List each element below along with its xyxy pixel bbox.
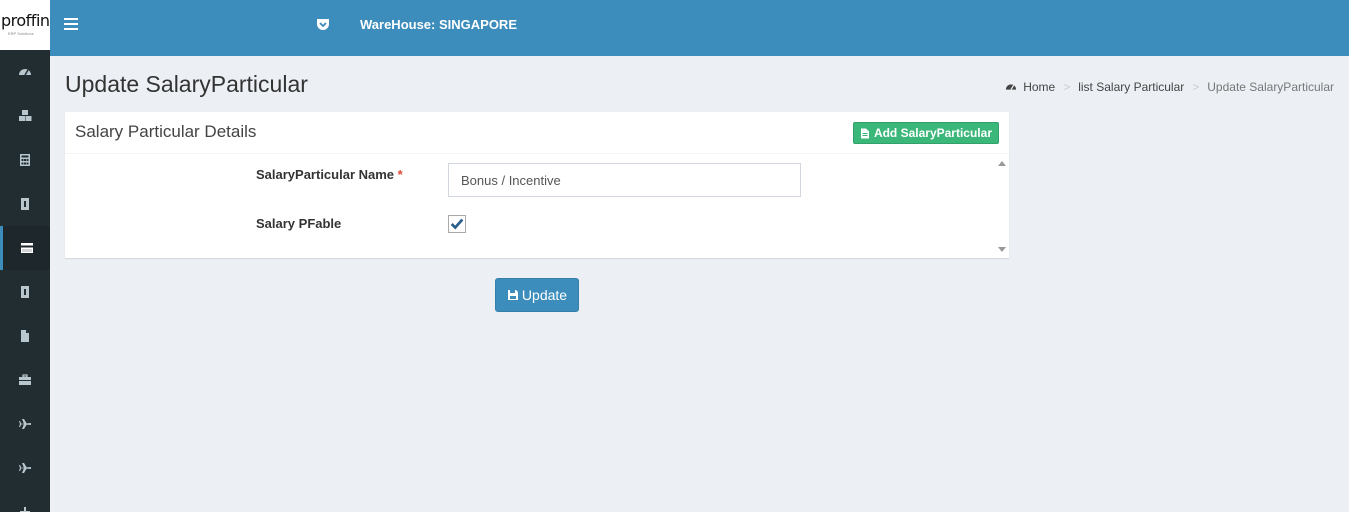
cubes-icon: [19, 110, 32, 121]
brand-logo[interactable]: proffin ERP Solutions: [0, 0, 50, 50]
sidebar-item-briefcase[interactable]: [0, 358, 50, 402]
dashboard-icon: [1006, 84, 1017, 90]
salary-particular-name-label-text: SalaryParticular Name: [256, 167, 395, 182]
sidebar-item-plus[interactable]: [0, 490, 50, 512]
sidebar-item-cubes[interactable]: [0, 94, 50, 138]
dashboard-icon: [19, 69, 31, 76]
scroll-up-arrow[interactable]: [998, 161, 1006, 166]
add-salary-particular-label: Add SalaryParticular: [873, 126, 992, 140]
breadcrumb: Home > list Salary Particular > Update S…: [1005, 80, 1334, 94]
pocket-icon: [317, 19, 329, 30]
sidebar-item-plane-2[interactable]: [0, 446, 50, 490]
box-header: Salary Particular Details Add SalaryPart…: [65, 113, 1009, 154]
breadcrumb-separator: >: [1192, 80, 1200, 94]
sidebar-item-id-badge[interactable]: [0, 182, 50, 226]
scroll-down-arrow[interactable]: [998, 247, 1006, 252]
update-label: Update: [521, 287, 568, 303]
sidebar-item-id-badge-2[interactable]: [0, 270, 50, 314]
required-marker: *: [397, 167, 403, 182]
save-icon: [507, 290, 518, 300]
salary-pfable-label: Salary PFable: [256, 216, 342, 231]
briefcase-icon: [19, 374, 31, 385]
sidebar: [0, 50, 50, 512]
file-text-icon: [860, 128, 869, 138]
id-badge-icon: [21, 198, 29, 210]
breadcrumb-separator: >: [1063, 80, 1071, 94]
plus-icon: [20, 507, 30, 512]
salary-particular-name-label: SalaryParticular Name *: [256, 167, 403, 182]
calculator-icon: [20, 154, 30, 166]
form-scrollbar[interactable]: [995, 155, 1009, 258]
id-badge-icon: [21, 286, 29, 298]
update-button[interactable]: Update: [495, 278, 579, 312]
salary-particular-box: Salary Particular Details Add SalaryPart…: [65, 112, 1009, 258]
salary-particular-name-input[interactable]: [448, 163, 801, 197]
top-navbar: [50, 0, 1349, 56]
sidebar-item-credit-card[interactable]: [0, 226, 50, 270]
hamburger-menu-icon[interactable]: [64, 18, 78, 32]
sidebar-item-dashboard[interactable]: [0, 50, 50, 94]
breadcrumb-current: Update SalaryParticular: [1207, 80, 1334, 94]
box-title: Salary Particular Details: [75, 122, 257, 141]
salary-pfable-checkbox[interactable]: [448, 215, 466, 233]
logo-text: proffin: [1, 11, 50, 30]
checkmark-icon: [450, 218, 464, 230]
add-salary-particular-button[interactable]: Add SalaryParticular: [852, 122, 999, 144]
sidebar-item-file[interactable]: [0, 314, 50, 358]
breadcrumb-list-link[interactable]: list Salary Particular: [1078, 80, 1184, 94]
warehouse-label[interactable]: WareHouse: SINGAPORE: [360, 17, 517, 32]
plane-icon: [19, 419, 31, 429]
credit-card-icon: [20, 243, 33, 253]
breadcrumb-home-link[interactable]: Home: [1023, 80, 1055, 94]
sidebar-item-calculator[interactable]: [0, 138, 50, 182]
logo-subtext: ERP Solutions: [8, 31, 34, 36]
page-title: Update SalaryParticular: [65, 71, 308, 97]
sidebar-item-plane[interactable]: [0, 402, 50, 446]
file-icon: [21, 330, 29, 342]
plane-icon: [19, 463, 31, 473]
